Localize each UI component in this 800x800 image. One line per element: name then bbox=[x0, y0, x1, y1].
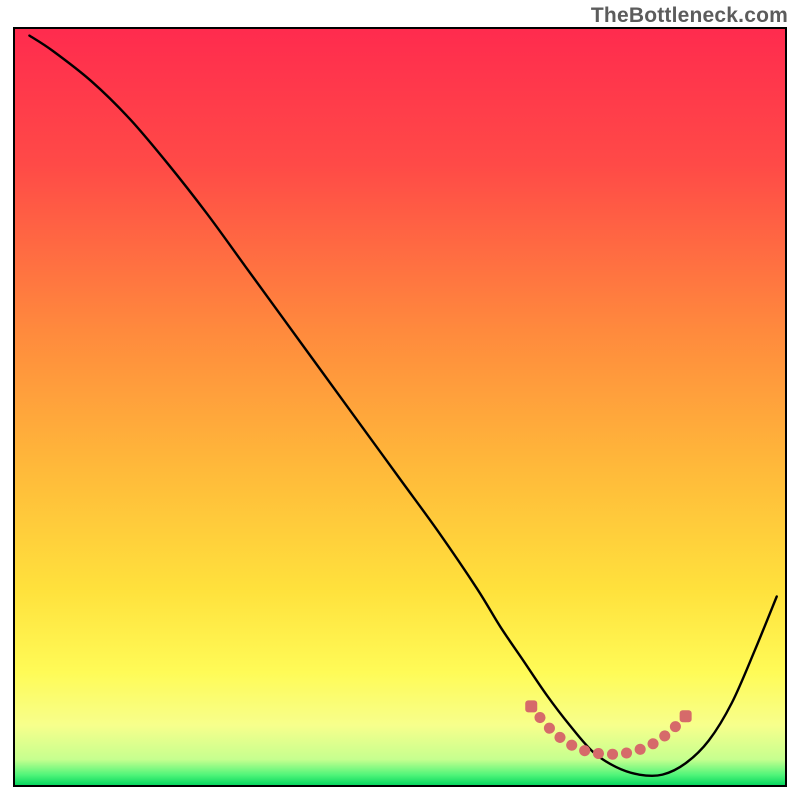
gradient-background bbox=[14, 28, 786, 786]
bottleneck-chart bbox=[0, 0, 800, 800]
watermark-label: TheBottleneck.com bbox=[591, 4, 788, 28]
chart-container: TheBottleneck.com bbox=[0, 0, 800, 800]
